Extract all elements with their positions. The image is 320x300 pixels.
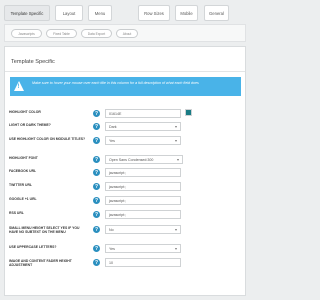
uppercase-select[interactable]: Yes [105, 244, 181, 253]
setting-row-twitter-url: TWITTER URL ? javascript:; [5, 180, 245, 193]
help-icon[interactable]: ? [93, 226, 100, 233]
setting-row-google-url: GOOGLE +1 URL ? javascript:; [5, 194, 245, 207]
highlight-color-input[interactable]: 01614E [105, 109, 181, 118]
tab-layout[interactable]: Layout [55, 5, 83, 21]
setting-row-fader-height: IMAGE AND CONTENT FADER HEIGHT ADJUSTMEN… [5, 256, 245, 273]
subtab-fixed-table[interactable]: Fixed Table [46, 29, 77, 38]
tab-template-specific[interactable]: Template Specific [4, 5, 50, 21]
setting-label: GOOGLE +1 URL [9, 197, 37, 201]
setting-row-module-titles: USE HIGHLIGHT COLOR ON MODULE TITLES? ? … [5, 134, 245, 147]
help-icon[interactable]: ? [93, 211, 100, 218]
help-icon[interactable]: ? [93, 156, 100, 163]
subtab-data-export[interactable]: Data Export [81, 29, 112, 38]
help-icon[interactable]: ? [93, 137, 100, 144]
subtab-javascripts[interactable]: Javascripts [11, 29, 42, 38]
panel-title: Template Specific [11, 59, 55, 65]
settings-panel: Template Specific ! Make sure to hover y… [4, 46, 246, 296]
color-swatch[interactable] [185, 109, 192, 116]
setting-label: LIGHT OR DARK THEME? [9, 123, 51, 127]
setting-row-small-menu-height: SMALL MENU HEIGHT SELECT YES IF YOU HAVE… [5, 223, 245, 240]
tab-general[interactable]: General [204, 5, 229, 21]
setting-row-rss-url: RSS URL ? javascript:; [5, 208, 245, 221]
info-notice: ! Make sure to hover your mouse over eac… [10, 77, 241, 96]
rss-url-input[interactable]: javascript:; [105, 210, 181, 219]
small-menu-select[interactable]: No [105, 225, 181, 234]
help-icon[interactable]: ? [93, 259, 100, 266]
module-titles-select[interactable]: Yes [105, 136, 181, 145]
setting-row-highlight-font: HIGHLIGHT FONT ? Open Sans Condensed:300 [5, 153, 245, 166]
sub-tab-bar: Javascripts Fixed Table Data Export Abou… [4, 24, 246, 42]
setting-label: IMAGE AND CONTENT FADER HEIGHT ADJUSTMEN… [9, 259, 72, 268]
google-url-input[interactable]: javascript:; [105, 196, 181, 205]
notice-text: Make sure to hover your mouse over each … [32, 81, 199, 85]
setting-label: HIGHLIGHT COLOR [9, 110, 41, 114]
divider [5, 71, 245, 72]
highlight-font-select[interactable]: Open Sans Condensed:300 [105, 155, 183, 164]
tab-row-sizes[interactable]: Row Sizes [138, 5, 170, 21]
setting-label: USE HIGHLIGHT COLOR ON MODULE TITLES? [9, 137, 86, 141]
main-tab-bar: Template Specific Layout Menu Row Sizes … [4, 5, 244, 21]
setting-label: HIGHLIGHT FONT [9, 156, 38, 160]
help-icon[interactable]: ? [93, 169, 100, 176]
help-icon[interactable]: ? [93, 245, 100, 252]
setting-label: USE UPPERCASE LETTERS? [9, 245, 57, 249]
help-icon[interactable]: ? [93, 110, 100, 117]
subtab-about[interactable]: About [116, 29, 138, 38]
setting-label: RSS URL [9, 211, 24, 215]
setting-row-highlight-color: HIGHLIGHT COLOR ? 01614E [5, 107, 245, 120]
twitter-url-input[interactable]: javascript:; [105, 182, 181, 191]
help-icon[interactable]: ? [93, 183, 100, 190]
setting-label: TWITTER URL [9, 183, 32, 187]
theme-select[interactable]: Dark [105, 122, 181, 131]
fader-height-input[interactable]: 10 [105, 258, 181, 267]
setting-label: FACEBOOK URL [9, 169, 37, 173]
tab-mobile[interactable]: Mobile [175, 5, 198, 21]
setting-row-uppercase: USE UPPERCASE LETTERS? ? Yes [5, 242, 245, 255]
facebook-url-input[interactable]: javascript:; [105, 168, 181, 177]
help-icon[interactable]: ? [93, 123, 100, 130]
setting-row-theme: LIGHT OR DARK THEME? ? Dark [5, 120, 245, 133]
tab-menu[interactable]: Menu [88, 5, 112, 21]
setting-label: SMALL MENU HEIGHT SELECT YES IF YOU HAVE… [9, 226, 80, 235]
setting-row-facebook-url: FACEBOOK URL ? javascript:; [5, 166, 245, 179]
help-icon[interactable]: ? [93, 197, 100, 204]
warning-icon: ! [14, 81, 24, 91]
